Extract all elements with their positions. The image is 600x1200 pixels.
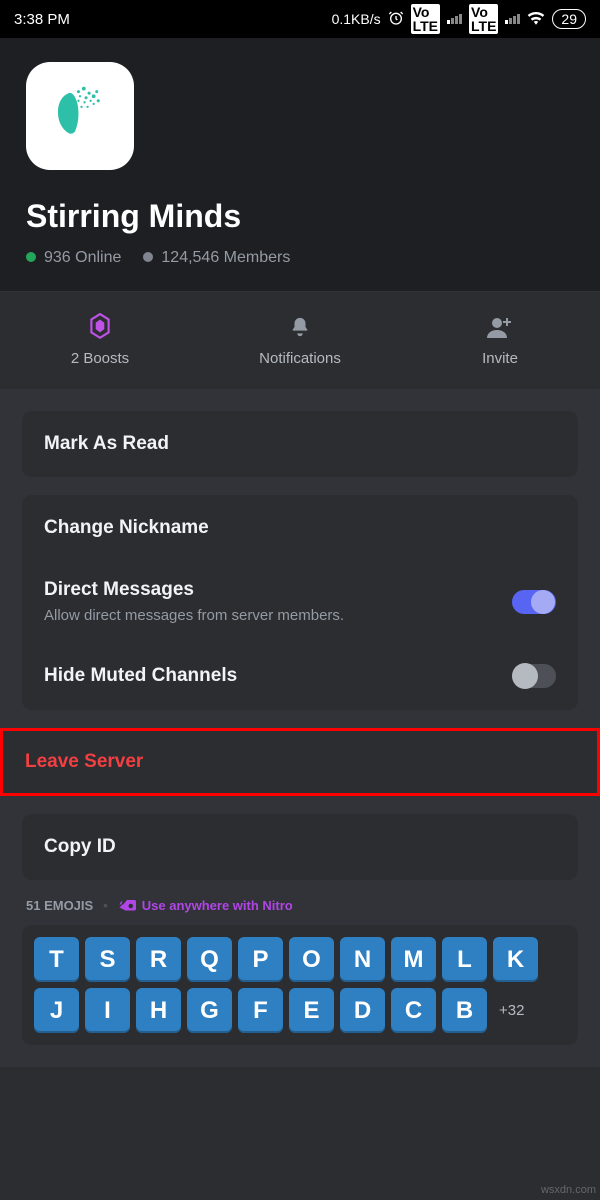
emoji-grid: TSRQPONMLK JIHGFEDCB +32 [34, 937, 566, 1033]
nitro-prompt-button[interactable]: Use anywhere with Nitro [118, 898, 293, 913]
lte-badge-1: VoLTE [411, 4, 440, 34]
content: Mark As Read Change Nickname Direct Mess… [0, 389, 600, 1067]
emoji-count: 51 EMOJIS [26, 898, 93, 913]
boost-icon [0, 312, 200, 342]
mark-as-read-button[interactable]: Mark As Read [22, 411, 578, 477]
boosts-label: 2 Boosts [0, 350, 200, 367]
direct-messages-toggle[interactable] [512, 590, 556, 614]
emoji-tile[interactable]: B [442, 988, 487, 1033]
watermark: wsxdn.com [541, 1184, 596, 1196]
emoji-tile[interactable]: K [493, 937, 538, 982]
server-meta: 936 Online 124,546 Members [26, 249, 574, 267]
emoji-tile[interactable]: S [85, 937, 130, 982]
nitro-icon [118, 899, 136, 913]
emoji-header: 51 EMOJIS • Use anywhere with Nitro [26, 898, 578, 913]
direct-messages-label: Direct Messages [44, 579, 512, 601]
server-header: Stirring Minds 936 Online 124,546 Member… [0, 38, 600, 291]
emoji-tile[interactable]: H [136, 988, 181, 1033]
invite-action[interactable]: Invite [400, 292, 600, 389]
signal-icon-2 [505, 14, 520, 24]
hide-muted-toggle[interactable] [512, 664, 556, 688]
battery-indicator: 29 [552, 9, 586, 29]
change-nickname-label: Change Nickname [44, 517, 209, 539]
hide-muted-row: Hide Muted Channels [44, 644, 556, 688]
invite-icon [400, 312, 600, 342]
emoji-tile[interactable]: E [289, 988, 334, 1033]
emoji-tile[interactable]: Q [187, 937, 232, 982]
notifications-action[interactable]: Notifications [200, 292, 400, 389]
emoji-tile[interactable]: D [340, 988, 385, 1033]
net-speed: 0.1KB/s [332, 11, 381, 27]
bell-icon [200, 312, 400, 342]
hide-muted-label: Hide Muted Channels [44, 665, 237, 687]
direct-messages-row: Direct Messages Allow direct messages fr… [44, 559, 556, 644]
emoji-tile[interactable]: P [238, 937, 283, 982]
emoji-tile[interactable]: G [187, 988, 232, 1033]
invite-label: Invite [400, 350, 600, 367]
status-time: 3:38 PM [14, 11, 70, 28]
emoji-tile[interactable]: N [340, 937, 385, 982]
emoji-tile[interactable]: C [391, 988, 436, 1033]
boosts-action[interactable]: 2 Boosts [0, 292, 200, 389]
online-count: 936 Online [44, 249, 121, 266]
emoji-tile[interactable]: J [34, 988, 79, 1033]
action-row: 2 Boosts Notifications Invite [0, 291, 600, 389]
nitro-prompt-label: Use anywhere with Nitro [142, 898, 293, 913]
direct-messages-sub: Allow direct messages from server member… [44, 607, 512, 624]
emoji-tile[interactable]: R [136, 937, 181, 982]
wifi-icon [527, 11, 545, 28]
alarm-icon [388, 10, 404, 29]
change-nickname-button[interactable]: Change Nickname [44, 517, 556, 559]
status-right: 0.1KB/s VoLTE VoLTE 29 [332, 4, 586, 34]
settings-group: Change Nickname Direct Messages Allow di… [22, 495, 578, 710]
copy-id-button[interactable]: Copy ID [22, 814, 578, 880]
members-dot-icon [143, 252, 153, 262]
mark-as-read-label: Mark As Read [44, 433, 556, 455]
members-count: 124,546 Members [161, 249, 290, 266]
server-icon[interactable] [26, 62, 134, 170]
leave-server-label: Leave Server [25, 751, 143, 772]
server-name: Stirring Minds [26, 198, 574, 235]
emoji-tile[interactable]: O [289, 937, 334, 982]
emoji-tile[interactable]: I [85, 988, 130, 1033]
emoji-tile[interactable]: M [391, 937, 436, 982]
lte-badge-2: VoLTE [469, 4, 498, 34]
emoji-tile[interactable]: T [34, 937, 79, 982]
copy-id-label: Copy ID [44, 836, 556, 858]
leave-server-button[interactable]: Leave Server [0, 728, 600, 796]
notifications-label: Notifications [200, 350, 400, 367]
signal-icon-1 [447, 14, 462, 24]
emoji-tile[interactable]: L [442, 937, 487, 982]
emoji-card: TSRQPONMLK JIHGFEDCB +32 [22, 925, 578, 1045]
emoji-more[interactable]: +32 [493, 1002, 524, 1019]
status-bar: 3:38 PM 0.1KB/s VoLTE VoLTE 29 [0, 0, 600, 38]
online-dot-icon [26, 252, 36, 262]
emoji-tile[interactable]: F [238, 988, 283, 1033]
